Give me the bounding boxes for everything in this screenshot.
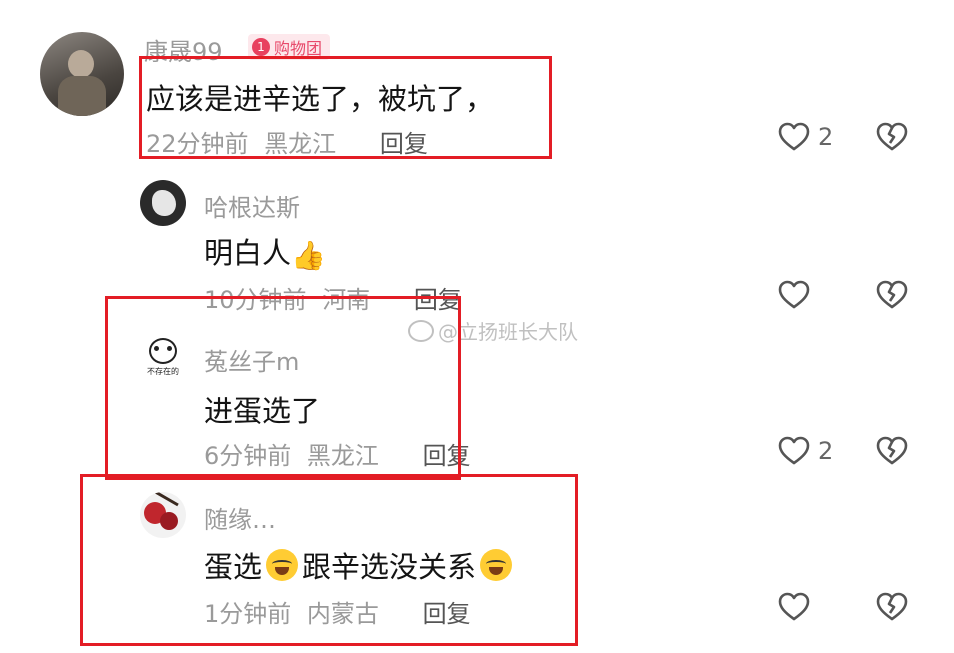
like-button[interactable]: 2 bbox=[778, 436, 833, 466]
broken-heart-icon bbox=[876, 592, 908, 622]
like-button[interactable] bbox=[778, 280, 818, 310]
heart-outline-icon bbox=[778, 280, 810, 310]
comment-text-body: 明白人 bbox=[204, 236, 292, 270]
heart-outline-icon bbox=[778, 122, 810, 152]
comment-text: 明白人👍 bbox=[204, 230, 326, 272]
like-count: 2 bbox=[818, 437, 834, 465]
avatar-kangsheng[interactable] bbox=[40, 32, 124, 116]
highlight-box-3 bbox=[80, 474, 578, 646]
dislike-button[interactable] bbox=[876, 280, 908, 310]
thumbs-up-icon: 👍 bbox=[291, 239, 326, 272]
heart-outline-icon bbox=[778, 592, 810, 622]
highlight-box-1 bbox=[139, 56, 552, 159]
dislike-button[interactable] bbox=[876, 436, 908, 466]
broken-heart-icon bbox=[876, 280, 908, 310]
broken-heart-icon bbox=[876, 436, 908, 466]
like-count: 2 bbox=[818, 123, 834, 151]
username[interactable]: 哈根达斯 bbox=[204, 188, 300, 223]
avatar-hagendazs[interactable] bbox=[140, 180, 186, 226]
heart-outline-icon bbox=[778, 436, 810, 466]
like-button[interactable] bbox=[778, 592, 818, 622]
broken-heart-icon bbox=[876, 122, 908, 152]
dislike-button[interactable] bbox=[876, 592, 908, 622]
badge-heart-icon: 1 bbox=[252, 38, 270, 56]
dislike-button[interactable] bbox=[876, 122, 908, 152]
like-button[interactable]: 2 bbox=[778, 122, 833, 152]
highlight-box-2 bbox=[105, 296, 461, 480]
